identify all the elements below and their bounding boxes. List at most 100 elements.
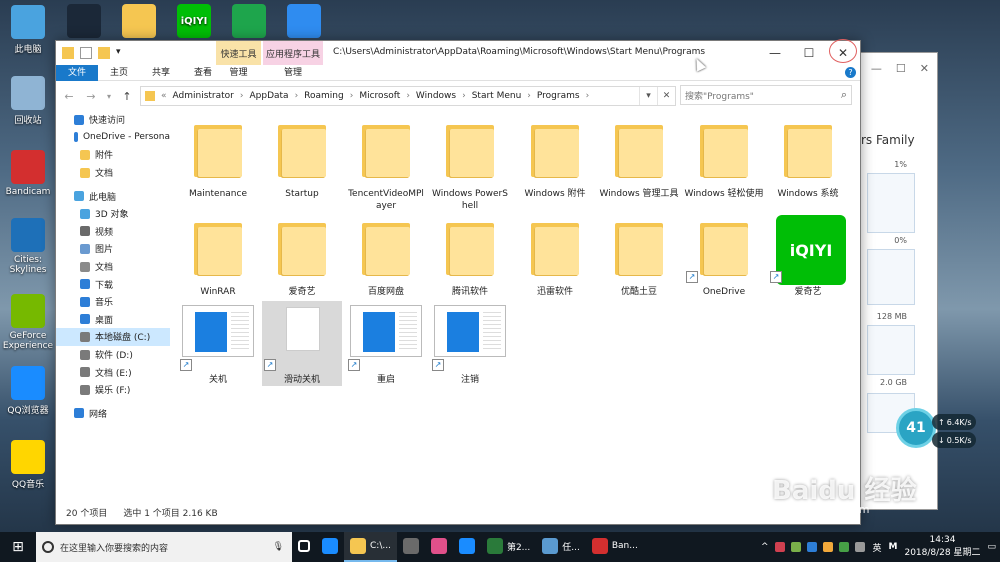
clear-address-icon[interactable]: ✕ <box>657 87 675 105</box>
taskbar-app[interactable] <box>425 532 453 562</box>
maximize-icon[interactable]: ☐ <box>896 62 906 75</box>
address-bar[interactable]: « Administrator › AppData › Roaming › Microsof… <box>140 86 676 106</box>
properties-icon[interactable] <box>80 47 92 59</box>
minimize-button[interactable]: — <box>758 41 792 65</box>
file-item[interactable]: ↗ 重启 <box>346 301 426 386</box>
file-item[interactable]: 迅雷软件 <box>515 213 595 298</box>
file-item[interactable]: Maintenance <box>178 115 258 200</box>
taskbar-app[interactable]: 第2... <box>481 532 536 562</box>
tab-share[interactable]: 共享 <box>140 65 182 81</box>
breadcrumb-chevron-icon[interactable]: › <box>350 91 354 101</box>
breadcrumb-segment[interactable]: Windows <box>416 91 456 101</box>
sidebar-item[interactable]: 下载 <box>56 275 170 293</box>
sidebar-item[interactable]: 文档 <box>56 164 170 182</box>
chevron-down-icon[interactable]: ▾ <box>116 47 124 59</box>
desktop-icon[interactable] <box>276 4 332 41</box>
breadcrumb-overflow[interactable]: « <box>161 91 167 101</box>
sidebar-item[interactable]: 桌面 <box>56 311 170 329</box>
breadcrumb-segment[interactable]: AppData <box>249 91 288 101</box>
tab-manage[interactable]: 管理 <box>216 65 261 81</box>
sidebar-item[interactable]: 图片 <box>56 240 170 258</box>
breadcrumb-chevron-icon[interactable]: › <box>527 91 531 101</box>
search-input[interactable]: 搜索"Programs" ⌕ <box>680 85 852 105</box>
sidebar-item[interactable]: 本地磁盘 (C:) <box>56 328 170 346</box>
desktop-icon[interactable]: Bandicam <box>0 150 56 197</box>
taskbar-app[interactable]: 任... <box>536 532 586 562</box>
sidebar-item[interactable]: 附件 <box>56 146 170 164</box>
start-button[interactable]: ⊞ <box>0 532 36 562</box>
breadcrumb-chevron-icon[interactable]: › <box>406 91 410 101</box>
breadcrumb-chevron-icon[interactable]: › <box>240 91 244 101</box>
sidebar-item[interactable]: 软件 (D:) <box>56 346 170 364</box>
sidebar-item[interactable]: 文档 <box>56 258 170 276</box>
desktop-icon[interactable]: QQ音乐 <box>0 440 56 490</box>
taskbar-app[interactable] <box>453 532 481 562</box>
sidebar-item[interactable]: 文档 (E:) <box>56 363 170 381</box>
breadcrumb-chevron-icon[interactable]: › <box>462 91 466 101</box>
tab-home[interactable]: 主页 <box>98 65 140 81</box>
context-tab-quick-tools[interactable]: 快速工具 <box>216 41 261 65</box>
taskbar-app[interactable]: C:\... <box>344 532 397 562</box>
up-arrow-icon[interactable]: ↑ <box>118 90 136 103</box>
breadcrumb-chevron-icon[interactable]: › <box>586 91 590 101</box>
tray-app-icon[interactable] <box>791 542 802 552</box>
help-icon[interactable]: ? <box>845 67 856 78</box>
search-icon[interactable]: ⌕ <box>841 88 847 102</box>
breadcrumb-segment[interactable]: Start Menu <box>472 91 522 101</box>
sidebar-item[interactable]: 视频 <box>56 223 170 241</box>
context-tab-app-tools[interactable]: 应用程序工具 <box>263 41 323 65</box>
desktop-icon[interactable]: 此电脑 <box>0 5 56 55</box>
desktop-icon[interactable]: iQIYI <box>166 4 222 41</box>
tray-app-icon[interactable] <box>807 542 818 552</box>
desktop-icon[interactable] <box>221 4 277 41</box>
folder-icon[interactable] <box>62 47 74 59</box>
file-item[interactable]: ↗ 注销 <box>430 301 510 386</box>
file-item[interactable]: 爱奇艺 <box>262 213 342 298</box>
sidebar-item[interactable]: 音乐 <box>56 293 170 311</box>
desktop-icon[interactable]: QQ浏览器 <box>0 366 56 416</box>
breadcrumb-segment[interactable]: Programs <box>537 91 580 101</box>
taskbar-app[interactable]: Ban... <box>586 532 644 562</box>
breadcrumb-segment[interactable]: Roaming <box>304 91 344 101</box>
file-item[interactable]: Startup <box>262 115 342 200</box>
sidebar-item[interactable]: 快速访问 <box>56 111 170 129</box>
taskbar-search[interactable]: 在这里输入你要搜索的内容 🎙 <box>36 532 292 562</box>
notification-icon[interactable]: ▭ <box>987 542 996 552</box>
ime-mode-icon[interactable]: M <box>889 542 898 552</box>
breadcrumb-chevron-icon[interactable]: › <box>295 91 299 101</box>
file-explorer-window[interactable]: ▾ 快速工具 应用程序工具 C:\Users\Administrator\App… <box>55 40 861 525</box>
file-item[interactable]: Windows 系统 <box>768 115 848 200</box>
sidebar-item[interactable]: OneDrive - Persona <box>56 129 170 147</box>
breadcrumb-segment[interactable]: Administrator <box>173 91 234 101</box>
tray-app-icon[interactable] <box>855 542 866 552</box>
desktop-icon[interactable]: Cities: Skylines <box>0 218 56 275</box>
file-item[interactable]: WinRAR <box>178 213 258 298</box>
sidebar-item[interactable]: 娱乐 (F:) <box>56 381 170 399</box>
clock[interactable]: 14:34 2018/8/28 星期二 <box>904 534 980 560</box>
forward-arrow-icon[interactable]: → <box>82 90 100 103</box>
file-item[interactable]: ↗ OneDrive <box>684 213 764 298</box>
file-item[interactable]: ↗ 滑动关机 <box>262 301 342 386</box>
sidebar-item[interactable]: 网络 <box>56 405 170 423</box>
new-folder-icon[interactable] <box>98 47 110 59</box>
network-speed-widget[interactable]: 41 ↑ 6.4K/s ↓ 0.5K/s <box>896 404 980 456</box>
file-item[interactable]: Windows 管理工具 <box>599 115 679 200</box>
file-item[interactable]: Windows 轻松使用 <box>684 115 764 200</box>
file-item[interactable]: Windows 附件 <box>515 115 595 200</box>
taskbar-app[interactable] <box>316 532 344 562</box>
recent-chevron-icon[interactable]: ▾ <box>104 92 114 101</box>
tab-manage-app[interactable]: 管理 <box>263 65 323 81</box>
address-dropdown-icon[interactable]: ▾ <box>639 87 657 105</box>
file-item[interactable]: 腾讯软件 <box>430 213 510 298</box>
file-item[interactable]: ↗ 关机 <box>178 301 258 386</box>
file-item[interactable]: TencentVideoMPlayer <box>346 115 426 212</box>
desktop-icon[interactable] <box>111 4 167 41</box>
taskbar-app[interactable] <box>292 532 316 562</box>
tray-app-icon[interactable] <box>839 542 850 552</box>
tray-app-icon[interactable] <box>823 542 834 552</box>
desktop-icon[interactable]: 回收站 <box>0 76 56 126</box>
tray-overflow-icon[interactable]: ^ <box>761 542 769 552</box>
file-item[interactable]: iQIYI ↗ 爱奇艺 <box>768 213 848 298</box>
tab-file[interactable]: 文件 <box>56 64 99 81</box>
microphone-icon[interactable]: 🎙 <box>273 542 284 552</box>
